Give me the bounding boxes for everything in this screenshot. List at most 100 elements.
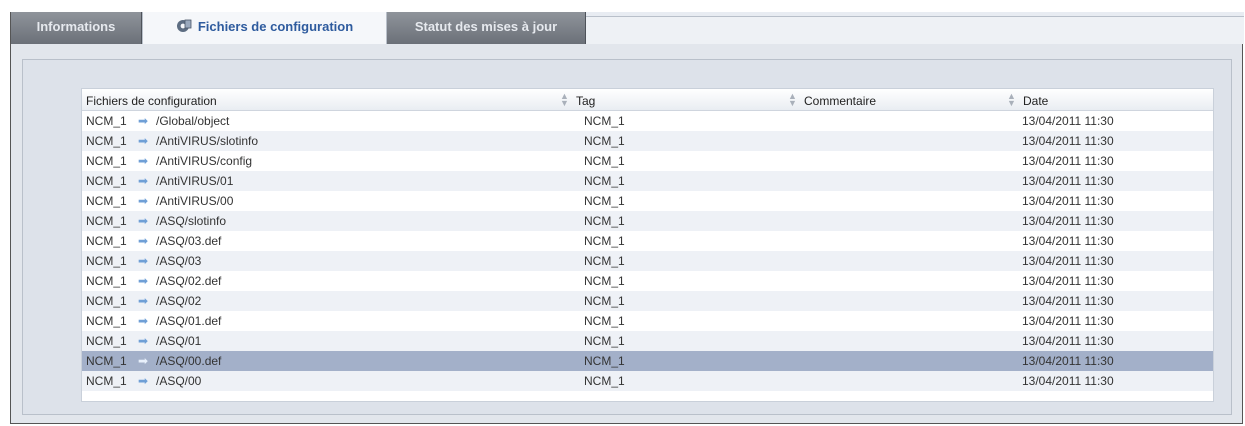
row-tag: NCM_1 (584, 314, 625, 328)
table-row[interactable]: NCM_1 ➡ /ASQ/01.def NCM_1 13/04/2011 11:30 (82, 311, 1213, 331)
sort-icon[interactable]: ▲ ▼ (788, 92, 797, 108)
table-body: NCM_1 ➡ /Global/object NCM_1 13/04/2011 11:3… (82, 111, 1213, 391)
table-row[interactable]: NCM_1 ➡ /ASQ/00 NCM_1 13/04/2011 11:30 (82, 371, 1213, 391)
row-tag: NCM_1 (584, 134, 625, 148)
row-path: /ASQ/01.def (156, 314, 222, 328)
row-date: 13/04/2011 11:30 (1022, 314, 1114, 328)
row-tag: NCM_1 (584, 274, 625, 288)
table-row[interactable]: NCM_1 ➡ /AntiVIRUS/config NCM_1 13/04/2011 1… (82, 151, 1213, 171)
row-path: /ASQ/00.def (156, 354, 222, 368)
row-source: NCM_1 (86, 294, 127, 308)
tab-bar-strip (585, 16, 1244, 44)
row-path: /ASQ/00 (156, 374, 202, 388)
row-source: NCM_1 (86, 234, 127, 248)
row-source: NCM_1 (86, 214, 127, 228)
tab-informations[interactable]: Informations (11, 12, 142, 44)
row-source: NCM_1 (86, 254, 127, 268)
row-date: 13/04/2011 11:30 (1022, 294, 1114, 308)
sort-icon[interactable]: ▲ ▼ (560, 92, 569, 108)
config-files-icon (176, 14, 192, 32)
arrow-right-icon[interactable]: ➡ (138, 151, 152, 171)
row-date: 13/04/2011 11:30 (1022, 174, 1114, 188)
row-tag: NCM_1 (584, 194, 625, 208)
tab-label: Fichiers de configuration (197, 19, 354, 34)
column-header-date[interactable]: Date (1023, 93, 1048, 109)
sort-icon[interactable]: ▲ ▼ (1007, 92, 1016, 108)
table-row[interactable]: NCM_1 ➡ /ASQ/02 NCM_1 13/04/2011 11:30 (82, 291, 1213, 311)
row-tag: NCM_1 (584, 354, 625, 368)
row-path: /ASQ/slotinfo (156, 214, 227, 228)
arrow-right-icon[interactable]: ➡ (138, 191, 152, 211)
column-header-tag[interactable]: Tag (576, 93, 595, 109)
row-source: NCM_1 (86, 334, 127, 348)
arrow-right-icon[interactable]: ➡ (138, 131, 152, 151)
row-source: NCM_1 (86, 114, 127, 128)
row-source: NCM_1 (86, 354, 127, 368)
row-date: 13/04/2011 11:30 (1022, 134, 1114, 148)
arrow-right-icon[interactable]: ➡ (138, 291, 152, 311)
arrow-right-icon[interactable]: ➡ (138, 231, 152, 251)
row-date: 13/04/2011 11:30 (1022, 334, 1114, 348)
row-tag: NCM_1 (584, 214, 625, 228)
arrow-right-icon[interactable]: ➡ (138, 251, 152, 271)
row-path: /Global/object (156, 114, 230, 128)
row-source: NCM_1 (86, 374, 127, 388)
row-path: /ASQ/03 (156, 254, 202, 268)
row-path: /AntiVIRUS/00 (156, 194, 234, 208)
content-panel: Fichiers de configuration ▲ ▼ Tag ▲ ▼ Comm… (22, 59, 1232, 415)
arrow-right-icon[interactable]: ➡ (138, 351, 152, 371)
tab-bar: Informations Fichiers de configuration S… (11, 12, 1244, 44)
row-path: /ASQ/01 (156, 334, 202, 348)
row-path: /ASQ/03.def (156, 234, 222, 248)
arrow-right-icon[interactable]: ➡ (138, 311, 152, 331)
table-row[interactable]: NCM_1 ➡ /ASQ/03 NCM_1 13/04/2011 11:30 (82, 251, 1213, 271)
row-path: /AntiVIRUS/config (156, 154, 253, 168)
arrow-right-icon[interactable]: ➡ (138, 371, 152, 391)
row-date: 13/04/2011 11:30 (1022, 234, 1114, 248)
window-frame: Informations Fichiers de configuration S… (10, 12, 1244, 424)
row-date: 13/04/2011 11:30 (1022, 354, 1114, 368)
table-header: Fichiers de configuration ▲ ▼ Tag ▲ ▼ Comm… (82, 89, 1213, 111)
row-date: 13/04/2011 11:30 (1022, 254, 1114, 268)
config-files-table: Fichiers de configuration ▲ ▼ Tag ▲ ▼ Comm… (81, 88, 1214, 402)
tab-label: Statut des mises à jour (414, 19, 558, 34)
row-tag: NCM_1 (584, 334, 625, 348)
column-header-fichiers[interactable]: Fichiers de configuration (86, 93, 217, 109)
row-path: /AntiVIRUS/slotinfo (156, 134, 259, 148)
table-row[interactable]: NCM_1 ➡ /ASQ/03.def NCM_1 13/04/2011 11:30 (82, 231, 1213, 251)
row-source: NCM_1 (86, 194, 127, 208)
arrow-right-icon[interactable]: ➡ (138, 171, 152, 191)
arrow-right-icon[interactable]: ➡ (138, 331, 152, 351)
table-row[interactable]: NCM_1 ➡ /Global/object NCM_1 13/04/2011 11:3… (82, 111, 1213, 131)
row-tag: NCM_1 (584, 234, 625, 248)
arrow-right-icon[interactable]: ➡ (138, 271, 152, 291)
row-source: NCM_1 (86, 174, 127, 188)
table-row[interactable]: NCM_1 ➡ /AntiVIRUS/slotinfo NCM_1 13/04/2011… (82, 131, 1213, 151)
row-date: 13/04/2011 11:30 (1022, 114, 1114, 128)
table-row[interactable]: NCM_1 ➡ /AntiVIRUS/00 NCM_1 13/04/2011 11:30 (82, 191, 1213, 211)
tab-fichiers-de-configuration[interactable]: Fichiers de configuration (142, 12, 387, 44)
arrow-right-icon[interactable]: ➡ (138, 111, 152, 131)
row-date: 13/04/2011 11:30 (1022, 274, 1114, 288)
table-row[interactable]: NCM_1 ➡ /ASQ/01 NCM_1 13/04/2011 11:30 (82, 331, 1213, 351)
row-tag: NCM_1 (584, 174, 625, 188)
tab-label: Informations (36, 19, 116, 34)
table-row[interactable]: NCM_1 ➡ /ASQ/02.def NCM_1 13/04/2011 11:30 (82, 271, 1213, 291)
row-tag: NCM_1 (584, 114, 625, 128)
table-row[interactable]: NCM_1 ➡ /ASQ/00.def NCM_1 13/04/2011 11:30 (82, 351, 1213, 371)
row-source: NCM_1 (86, 154, 127, 168)
row-source: NCM_1 (86, 274, 127, 288)
row-path: /ASQ/02.def (156, 274, 222, 288)
row-tag: NCM_1 (584, 374, 625, 388)
tab-statut-des-mises-a-jour[interactable]: Statut des mises à jour (387, 12, 586, 44)
row-date: 13/04/2011 11:30 (1022, 214, 1114, 228)
row-path: /ASQ/02 (156, 294, 202, 308)
row-source: NCM_1 (86, 314, 127, 328)
row-date: 13/04/2011 11:30 (1022, 194, 1114, 208)
table-row[interactable]: NCM_1 ➡ /ASQ/slotinfo NCM_1 13/04/2011 11:30 (82, 211, 1213, 231)
arrow-right-icon[interactable]: ➡ (138, 211, 152, 231)
row-tag: NCM_1 (584, 254, 625, 268)
row-date: 13/04/2011 11:30 (1022, 374, 1114, 388)
table-row[interactable]: NCM_1 ➡ /AntiVIRUS/01 NCM_1 13/04/2011 11:30 (82, 171, 1213, 191)
column-header-commentaire[interactable]: Commentaire (804, 93, 876, 109)
